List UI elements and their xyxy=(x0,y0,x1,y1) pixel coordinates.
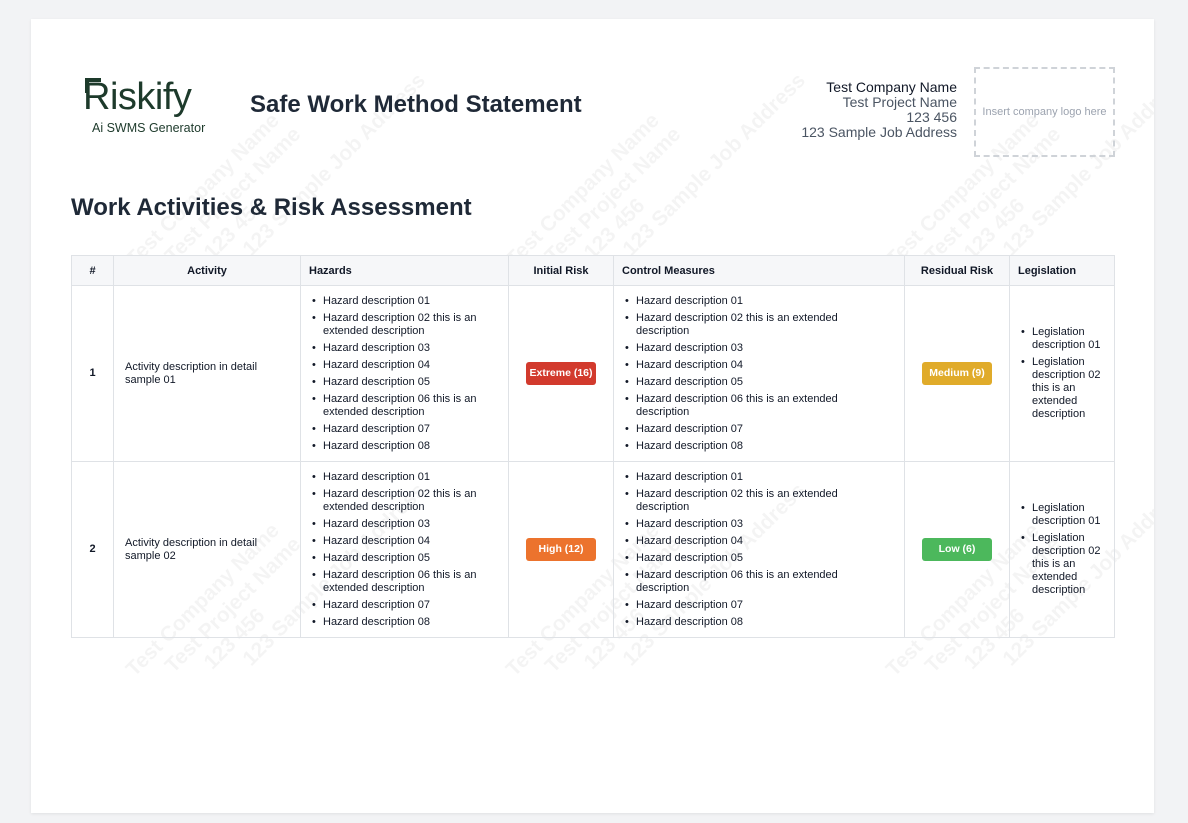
hazards-cell: Hazard description 01 Hazard description … xyxy=(300,285,509,462)
hazards-item: Hazard description 03 xyxy=(312,518,497,531)
document-page: Test Company NameTest Project Name123 45… xyxy=(31,19,1154,813)
controls-list: Hazard description 01 Hazard description … xyxy=(625,295,893,453)
logo-tagline: Ai SWMS Generator xyxy=(92,121,206,135)
legislation-list: Legislation description 01 Legislation de… xyxy=(1021,326,1103,421)
hazards-item: Hazard description 04 xyxy=(312,535,497,548)
hazards-cell: Hazard description 01 Hazard description … xyxy=(300,461,509,638)
project-number: 123 456 xyxy=(906,109,957,125)
legislation-list: Legislation description 01 Legislation de… xyxy=(1021,502,1103,597)
job-address: 123 Sample Job Address xyxy=(801,124,957,140)
legislation-item: Legislation description 01 xyxy=(1021,326,1103,352)
controls-item: Hazard description 07 xyxy=(625,423,893,436)
controls-item: Hazard description 01 xyxy=(625,471,893,484)
legislation-cell: Legislation description 01 Legislation de… xyxy=(1009,461,1115,638)
initial-risk-badge: Extreme (16) xyxy=(526,362,596,385)
hazards-item: Hazard description 05 xyxy=(312,376,497,389)
controls-item: Hazard description 04 xyxy=(625,535,893,548)
controls-item: Hazard description 02 this is an extende… xyxy=(625,312,893,338)
legislation-item: Legislation description 02 this is an ex… xyxy=(1021,532,1103,597)
project-name: Test Project Name xyxy=(842,94,957,110)
hazards-item: Hazard description 07 xyxy=(312,423,497,436)
activity-cell: Activity description in detail sample 02 xyxy=(113,461,301,638)
column-header-residual-risk: Residual Risk xyxy=(904,255,1010,286)
residual-risk-badge: Medium (9) xyxy=(922,362,992,385)
table-body: 1 Activity description in detail sample 0… xyxy=(71,285,1115,638)
risk-assessment-table: # Activity Hazards Initial Risk Control … xyxy=(71,255,1115,638)
watermark-line: Test Company Name xyxy=(501,19,758,272)
controls-item: Hazard description 06 this is an extende… xyxy=(625,393,893,419)
initial-risk-badge: High (12) xyxy=(526,538,596,561)
hazards-item: Hazard description 06 this is an extende… xyxy=(312,393,497,419)
hazards-item: Hazard description 02 this is an extende… xyxy=(312,312,497,338)
controls-item: Hazard description 05 xyxy=(625,552,893,565)
column-header-initial-risk: Initial Risk xyxy=(508,255,614,286)
legislation-item: Legislation description 01 xyxy=(1021,502,1103,528)
controls-item: Hazard description 01 xyxy=(625,295,893,308)
controls-item: Hazard description 03 xyxy=(625,518,893,531)
hazards-list: Hazard description 01 Hazard description … xyxy=(312,471,497,629)
company-logo-placeholder[interactable]: Insert company logo here xyxy=(974,67,1115,157)
company-name: Test Company Name xyxy=(826,79,957,95)
logo-wordmark: Riskify xyxy=(83,76,192,118)
control-measures-cell: Hazard description 01 Hazard description … xyxy=(613,461,905,638)
column-header-control-measures: Control Measures xyxy=(613,255,905,286)
column-header-number: # xyxy=(71,255,114,286)
residual-risk-cell: Low (6) xyxy=(904,461,1010,638)
controls-item: Hazard description 07 xyxy=(625,599,893,612)
controls-item: Hazard description 05 xyxy=(625,376,893,389)
watermark-line: Test Company Name xyxy=(121,19,378,272)
controls-item: Hazard description 06 this is an extende… xyxy=(625,569,893,595)
company-details: Test Company Name Test Project Name 123 … xyxy=(801,80,957,140)
table-row: 1 Activity description in detail sample 0… xyxy=(71,285,1115,462)
hazards-item: Hazard description 06 this is an extende… xyxy=(312,569,497,595)
hazards-item: Hazard description 04 xyxy=(312,359,497,372)
table-row: 2 Activity description in detail sample 0… xyxy=(71,461,1115,638)
hazards-item: Hazard description 07 xyxy=(312,599,497,612)
section-title: Work Activities & Risk Assessment xyxy=(71,194,472,221)
controls-item: Hazard description 02 this is an extende… xyxy=(625,488,893,514)
hazards-item: Hazard description 02 this is an extende… xyxy=(312,488,497,514)
residual-risk-cell: Medium (9) xyxy=(904,285,1010,462)
hazards-item: Hazard description 08 xyxy=(312,616,497,629)
document-title: Safe Work Method Statement xyxy=(250,91,582,118)
hazards-list: Hazard description 01 Hazard description … xyxy=(312,295,497,453)
row-number: 1 xyxy=(71,285,114,462)
activity-cell: Activity description in detail sample 01 xyxy=(113,285,301,462)
column-header-legislation: Legislation xyxy=(1009,255,1115,286)
column-header-hazards: Hazards xyxy=(300,255,509,286)
table-header-row: # Activity Hazards Initial Risk Control … xyxy=(71,255,1115,286)
initial-risk-cell: Extreme (16) xyxy=(508,285,614,462)
row-number: 2 xyxy=(71,461,114,638)
hazards-item: Hazard description 08 xyxy=(312,440,497,453)
controls-list: Hazard description 01 Hazard description … xyxy=(625,471,893,629)
riskify-logo: Riskify Ai SWMS Generator xyxy=(83,75,213,137)
initial-risk-cell: High (12) xyxy=(508,461,614,638)
column-header-activity: Activity xyxy=(113,255,301,286)
controls-item: Hazard description 08 xyxy=(625,616,893,629)
hazards-item: Hazard description 03 xyxy=(312,342,497,355)
legislation-cell: Legislation description 01 Legislation de… xyxy=(1009,285,1115,462)
controls-item: Hazard description 08 xyxy=(625,440,893,453)
hazards-item: Hazard description 05 xyxy=(312,552,497,565)
hazards-item: Hazard description 01 xyxy=(312,471,497,484)
control-measures-cell: Hazard description 01 Hazard description … xyxy=(613,285,905,462)
hazards-item: Hazard description 01 xyxy=(312,295,497,308)
legislation-item: Legislation description 02 this is an ex… xyxy=(1021,356,1103,421)
residual-risk-badge: Low (6) xyxy=(922,538,992,561)
controls-item: Hazard description 04 xyxy=(625,359,893,372)
watermark-line: Test Project Name xyxy=(519,33,776,290)
controls-item: Hazard description 03 xyxy=(625,342,893,355)
watermark-line: Test Project Name xyxy=(139,33,396,290)
